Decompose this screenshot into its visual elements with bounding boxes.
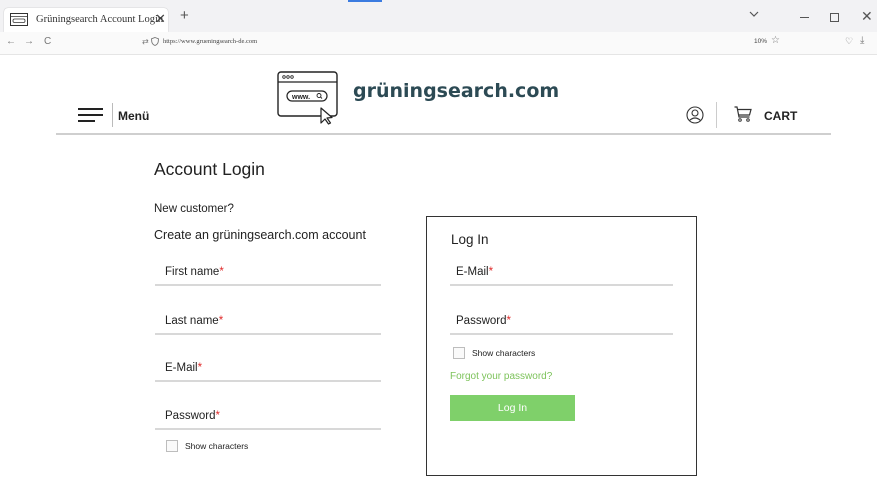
last-name-label: Last name: [165, 315, 219, 327]
tracking-protection-icon[interactable]: ⇄: [142, 37, 149, 46]
zoom-level[interactable]: 10%: [752, 38, 769, 45]
user-account-icon[interactable]: [686, 106, 704, 124]
forward-arrow-icon[interactable]: →: [24, 36, 34, 47]
login-password-label: Password: [456, 315, 507, 327]
shopping-cart-icon[interactable]: [734, 106, 752, 122]
site-logo-text[interactable]: grüningsearch.com: [353, 80, 559, 102]
required-marker: *: [215, 410, 220, 422]
tab-title: Grüningsearch Account Login: [36, 14, 164, 25]
header-separator: [56, 133, 831, 135]
close-window-icon[interactable]: ✕: [861, 8, 873, 25]
login-password-field[interactable]: Password*: [450, 315, 673, 335]
required-marker: *: [219, 266, 224, 278]
menu-divider: [112, 103, 113, 127]
browser-tab-strip: Grüningsearch Account Login ✕ + ✕: [0, 0, 877, 32]
favicon-icon: [10, 13, 28, 26]
download-icon[interactable]: ⤓: [860, 35, 864, 46]
shield-icon[interactable]: [151, 37, 159, 46]
new-customer-heading: New customer?: [154, 203, 234, 215]
required-marker: *: [506, 315, 511, 327]
svg-text:www.: www.: [291, 94, 310, 101]
register-password-field[interactable]: Password*: [155, 410, 381, 430]
maximize-icon[interactable]: [830, 13, 839, 22]
tab-list-chevron-icon[interactable]: [749, 10, 759, 18]
login-panel: [426, 216, 697, 476]
active-indicator: [348, 0, 382, 2]
register-show-characters-checkbox[interactable]: [166, 440, 178, 452]
bookmark-star-icon[interactable]: ☆: [771, 35, 780, 46]
forgot-password-link[interactable]: Forgot your password?: [450, 371, 552, 382]
address-bar-url[interactable]: https://www.grueningsearch-de.com: [163, 38, 257, 45]
login-email-field[interactable]: E-Mail*: [450, 266, 673, 286]
login-title: Log In: [451, 232, 489, 247]
first-name-field[interactable]: First name*: [155, 266, 381, 286]
required-marker: *: [488, 266, 494, 278]
login-button[interactable]: Log In: [450, 395, 575, 421]
register-show-characters-label: Show characters: [185, 441, 249, 451]
required-marker: *: [197, 362, 203, 374]
menu-button-label[interactable]: Menü: [118, 109, 149, 123]
create-account-heading: Create an grüningsearch.com account: [154, 228, 366, 242]
page-title: Account Login: [154, 159, 265, 179]
login-show-characters-label: Show characters: [472, 348, 536, 358]
register-email-field[interactable]: E-Mail*: [155, 362, 381, 382]
last-name-field[interactable]: Last name*: [155, 315, 381, 335]
register-email-label: E-Mail: [165, 362, 198, 374]
login-email-label: E-Mail: [456, 266, 489, 278]
register-password-label: Password: [165, 410, 216, 422]
minimize-icon[interactable]: [800, 17, 809, 18]
pocket-icon[interactable]: ♡: [845, 36, 853, 47]
cart-link[interactable]: CART: [764, 109, 797, 123]
reload-icon[interactable]: C: [44, 36, 51, 47]
browser-nav-bar: ← → C ⇄ https://www.grueningsearch-de.co…: [0, 32, 877, 55]
back-arrow-icon[interactable]: ←: [6, 36, 16, 47]
required-marker: *: [218, 315, 224, 327]
browser-tab[interactable]: Grüningsearch Account Login ✕: [4, 8, 168, 32]
header-divider: [716, 102, 717, 128]
login-show-characters-checkbox[interactable]: [453, 347, 465, 359]
first-name-label: First name: [165, 266, 220, 278]
browser-window-logo-icon[interactable]: www.: [277, 71, 339, 125]
new-tab-button[interactable]: +: [180, 7, 189, 24]
hamburger-menu-icon[interactable]: [78, 108, 103, 122]
tab-close-icon[interactable]: ✕: [155, 11, 166, 27]
